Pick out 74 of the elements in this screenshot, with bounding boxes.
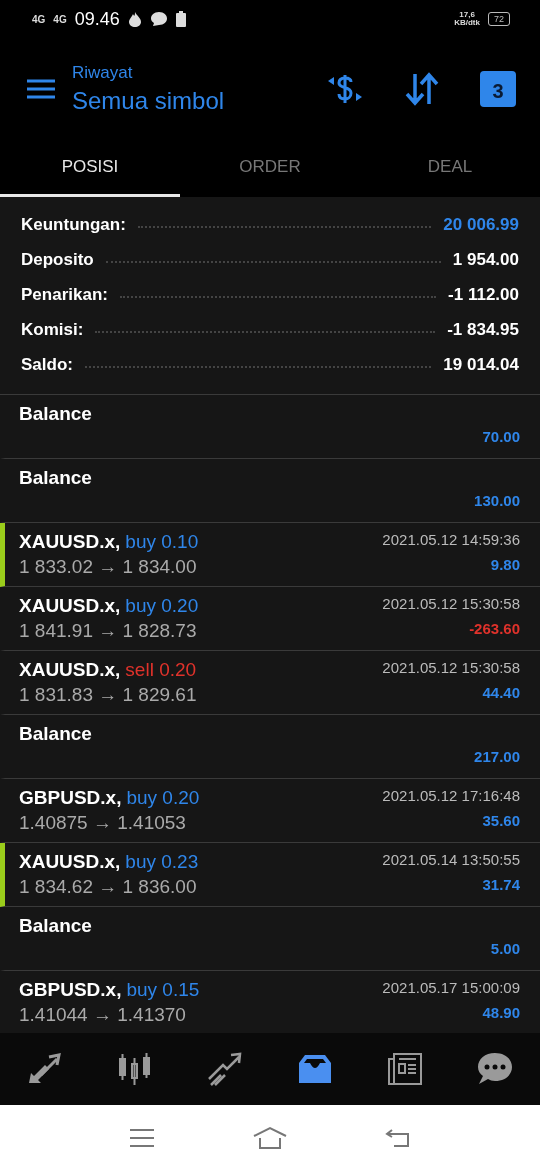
profit-value: 44.40 (482, 684, 520, 701)
back-icon[interactable] (384, 1126, 412, 1149)
summary-value: 20 006.99 (443, 214, 519, 235)
trade-volume: buy 0.20 (126, 787, 200, 809)
network-label: 4G (32, 13, 46, 25)
screen-title: Semua simbol (72, 87, 226, 115)
deal-time: 2021.05.12 15:30:58 (382, 595, 520, 612)
symbol-name: GBPUSD.x, (19, 979, 122, 1001)
deal-time: 2021.05.12 15:30:58 (382, 659, 520, 676)
speed-unit: KB/dtk (454, 19, 480, 27)
balance-title: Balance (19, 467, 92, 489)
network-label: 4G (53, 13, 67, 25)
price-range: 1 834.62 → 1 836.00 (19, 876, 198, 898)
tab[interactable]: DEAL (360, 140, 540, 197)
amount-value: 130.00 (474, 492, 520, 509)
battery-small-icon (175, 11, 186, 27)
profit-value: 35.60 (482, 812, 520, 829)
price-range: 1 833.02 → 1 834.00 (19, 556, 198, 578)
menu-button[interactable] (26, 78, 56, 100)
speed-value: 17,6 (459, 11, 475, 19)
clock: 09.46 (74, 8, 120, 30)
profit-value: 31.74 (482, 876, 520, 893)
summary-label: Deposito (21, 249, 94, 270)
tab[interactable]: ORDER (180, 140, 360, 197)
summary-label: Penarikan: (21, 284, 108, 305)
symbol-name: GBPUSD.x, (19, 787, 122, 809)
sort-button[interactable] (404, 72, 440, 106)
amount-value: 70.00 (482, 428, 520, 445)
flame-icon (127, 11, 142, 27)
deal-time: 2021.05.12 14:59:36 (382, 531, 520, 548)
symbol-name: XAUUSD.x, (19, 595, 121, 617)
amount-value: 217.00 (474, 748, 520, 765)
deal-time: 2021.05.17 15:00:09 (382, 979, 520, 996)
symbol-name: XAUUSD.x, (19, 531, 121, 553)
deal-row[interactable]: XAUUSD.x, buy 0.10 1 833.02 → 1 834.00 2021.05.12 14:59:36 9.80 (0, 523, 540, 587)
deal-row[interactable]: XAUUSD.x, buy 0.20 1 841.91 → 1 828.73 2021.05.12 15:30:58 -263.60 (0, 587, 540, 651)
summary-value: -1 112.00 (448, 284, 519, 305)
summary-label: Saldo: (21, 354, 73, 375)
symbol-name: XAUUSD.x, (19, 659, 121, 681)
deal-row[interactable]: XAUUSD.x, sell 0.20 1 831.83 → 1 829.61 2021.05.12 15:30:58 44.40 (0, 651, 540, 715)
battery-level: 72 (488, 12, 510, 26)
deal-time: 2021.05.14 13:50:55 (382, 851, 520, 868)
trade-volume: buy 0.20 (125, 595, 199, 617)
message-icon (149, 11, 168, 27)
profit-value: -263.60 (469, 620, 520, 637)
balance-title: Balance (19, 403, 92, 425)
trade-volume: buy 0.23 (125, 851, 199, 873)
deal-time: 2021.05.12 17:16:48 (382, 787, 520, 804)
symbol-name: XAUUSD.x, (19, 851, 121, 873)
amount-value: 5.00 (490, 940, 520, 957)
summary-label: Komisi: (21, 319, 84, 340)
price-range: 1.40875 → 1.41053 (19, 812, 187, 834)
summary-value: -1 834.95 (447, 319, 519, 340)
trade-volume: buy 0.15 (126, 979, 200, 1001)
balance-title: Balance (19, 915, 92, 937)
home-icon[interactable] (252, 1125, 288, 1150)
screen-subtitle: Riwayat (72, 63, 134, 83)
trade-volume: buy 0.10 (125, 531, 199, 553)
profit-value: 9.80 (490, 556, 520, 573)
balance-title: Balance (19, 723, 92, 745)
price-range: 1 831.83 → 1 829.61 (19, 684, 197, 706)
sort-arrows-icon (404, 72, 440, 106)
summary-value: 19 014.04 (443, 354, 519, 375)
summary-value: 1 954.00 (452, 249, 519, 270)
profit-value: 48.90 (482, 1004, 520, 1021)
price-range: 1.41044 → 1.41370 (19, 1004, 187, 1026)
deal-row[interactable]: GBPUSD.x, buy 0.20 1.40875 → 1.41053 2021.05.12 17:16:48 35.60 (0, 779, 540, 843)
deal-row[interactable]: XAUUSD.x, buy 0.23 1 834.62 → 1 836.00 2021.05.14 13:50:55 31.74 (0, 843, 540, 907)
recent-apps-icon[interactable] (128, 1126, 156, 1149)
menu-icon (26, 78, 56, 100)
calendar-button[interactable]: 3 (480, 71, 516, 107)
summary-label: Keuntungan: (21, 214, 126, 235)
price-range: 1 841.91 → 1 828.73 (19, 620, 198, 642)
trade-volume: sell 0.20 (125, 659, 197, 681)
